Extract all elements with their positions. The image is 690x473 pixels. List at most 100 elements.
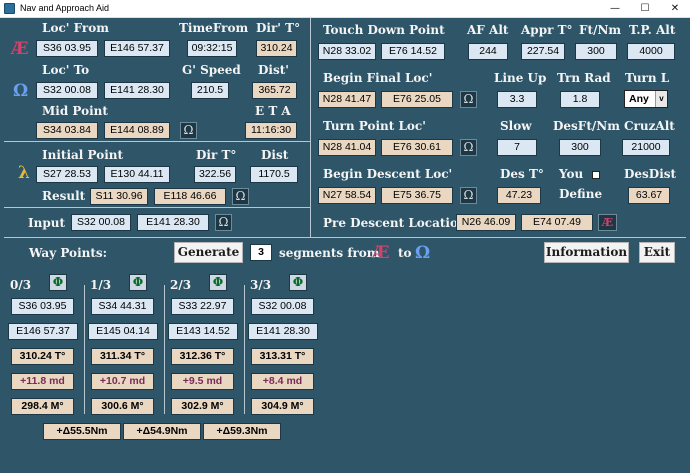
- appr-t-label: Appr T°: [521, 23, 573, 37]
- information-button[interactable]: Information: [544, 242, 629, 263]
- to-lon-field[interactable]: E141 28.30: [104, 82, 170, 99]
- waypoint-header: 2/3: [170, 278, 192, 292]
- initial-point-label: Initial Point: [42, 148, 124, 162]
- ft-nm-field[interactable]: 300: [575, 43, 617, 60]
- trn-rad-field[interactable]: 1.8: [560, 91, 600, 108]
- divider-line: [310, 18, 311, 238]
- begin-descent-omega-icon[interactable]: Ω: [460, 187, 477, 204]
- initial-lat-field[interactable]: S27 28.53: [36, 166, 98, 183]
- chevron-down-icon[interactable]: v: [655, 91, 667, 107]
- close-button[interactable]: ✕: [660, 0, 690, 18]
- touchdown-lat-field[interactable]: N28 33.02: [318, 43, 376, 60]
- segments-from-text: segments from: [279, 246, 380, 260]
- column-divider: [244, 285, 245, 414]
- exit-button[interactable]: Exit: [639, 242, 675, 263]
- waypoint-mag-course: 300.6 M°: [91, 398, 154, 415]
- begin-descent-lon-value: E75 36.75: [381, 187, 453, 204]
- af-alt-label: AF Alt: [467, 23, 509, 37]
- touchdown-lon-field[interactable]: E76 14.52: [381, 43, 445, 60]
- to-lat-field[interactable]: S32 00.08: [36, 82, 98, 99]
- des-t-value: 47.23: [497, 187, 541, 204]
- divider-line: [4, 207, 310, 208]
- waypoint-lat: S34 44.31: [91, 298, 154, 315]
- window-title: Nav and Approach Aid: [20, 3, 110, 13]
- pre-descent-lon-value: E74 07.49: [521, 214, 593, 231]
- column-divider: [164, 285, 165, 414]
- turn-point-lon-value: E76 30.61: [381, 139, 453, 156]
- loc-to-label: Loc' To: [42, 63, 90, 77]
- you-define-checkbox[interactable]: [592, 171, 600, 179]
- loc-from-label: Loc' From: [42, 21, 109, 35]
- segment-distance: +Δ55.5Nm: [43, 423, 121, 440]
- line-up-label: Line Up: [494, 71, 547, 85]
- phi-icon[interactable]: Φ: [209, 274, 227, 291]
- cruz-alt-field[interactable]: 21000: [622, 139, 670, 156]
- segment-distance: +Δ54.9Nm: [123, 423, 201, 440]
- waypoint-true-course: 312.36 T°: [171, 348, 234, 365]
- mid-point-label: Mid Point: [42, 104, 108, 118]
- line-up-field[interactable]: 3.3: [497, 91, 537, 108]
- initial-dist-label: Dist: [261, 148, 289, 162]
- input-label: Input: [28, 216, 65, 230]
- begin-final-omega-icon[interactable]: Ω: [460, 91, 477, 108]
- trn-rad-label: Trn Rad: [557, 71, 611, 85]
- turn-direction-select[interactable]: Any v: [624, 90, 668, 108]
- dist-label: Dist': [258, 63, 289, 77]
- waypoint-mag-course: 298.4 M°: [11, 398, 74, 415]
- initial-dir-field[interactable]: 322.56: [194, 166, 236, 183]
- waypoint-mag-dev: +10.7 md: [91, 373, 154, 390]
- af-alt-field[interactable]: 244: [468, 43, 508, 60]
- g-speed-label: G' Speed: [182, 63, 241, 77]
- result-label: Result: [42, 189, 86, 203]
- begin-descent-lat-value: N27 58.54: [318, 187, 376, 204]
- app-icon: [4, 3, 15, 14]
- desft-nm-label: DesFt/Nm: [553, 119, 620, 133]
- tp-alt-label: T.P. Alt: [629, 23, 676, 37]
- pre-descent-ae-icon[interactable]: Æ: [598, 214, 617, 231]
- turn-l-label: Turn L: [625, 71, 670, 85]
- input-omega-icon[interactable]: Ω: [215, 214, 232, 231]
- waypoint-mag-dev: +9.5 md: [171, 373, 234, 390]
- initial-lon-field[interactable]: E130 44.11: [104, 166, 170, 183]
- result-lat-value: S11 30.96: [90, 188, 148, 205]
- segment-distance: +Δ59.3Nm: [203, 423, 281, 440]
- minimize-button[interactable]: —: [600, 0, 630, 18]
- waypoint-true-course: 313.31 T°: [251, 348, 314, 365]
- time-from-label: TimeFrom: [179, 21, 249, 35]
- g-speed-field[interactable]: 210.5: [191, 82, 229, 99]
- segments-count-field[interactable]: 3: [250, 244, 272, 261]
- ft-nm-label: Ft/Nm: [579, 23, 622, 37]
- title-bar: Nav and Approach Aid — ☐ ✕: [0, 0, 690, 18]
- waypoint-lon: E143 14.52: [168, 323, 238, 340]
- initial-dir-label: Dir T°: [196, 148, 237, 162]
- divider-line: [4, 237, 686, 238]
- begin-final-lat-value: N28 41.47: [318, 91, 376, 108]
- ae-symbol: Æ: [372, 243, 390, 263]
- turn-point-lat-value: N28 41.04: [318, 139, 376, 156]
- initial-dist-field[interactable]: 1170.5: [250, 166, 298, 183]
- waypoint-mag-dev: +8.4 md: [251, 373, 314, 390]
- phi-icon[interactable]: Φ: [129, 274, 147, 291]
- tp-alt-field[interactable]: 4000: [627, 43, 675, 60]
- from-lat-field[interactable]: S36 03.95: [36, 40, 98, 57]
- begin-final-lon-value: E76 25.05: [381, 91, 453, 108]
- maximize-button[interactable]: ☐: [630, 0, 660, 18]
- slow-field[interactable]: 7: [497, 139, 537, 156]
- phi-icon[interactable]: Φ: [49, 274, 67, 291]
- turn-point-omega-icon[interactable]: Ω: [460, 139, 477, 156]
- input-lon-field[interactable]: E141 28.30: [137, 214, 209, 231]
- waypoint-true-course: 310.24 T°: [11, 348, 74, 365]
- appr-t-field[interactable]: 227.54: [521, 43, 565, 60]
- dir-t-label: Dir' T°: [256, 21, 301, 35]
- mid-omega-icon[interactable]: Ω: [180, 122, 197, 139]
- result-lon-value: E118 46.66: [154, 188, 226, 205]
- time-from-field[interactable]: 09:32:15: [187, 40, 237, 57]
- result-omega-icon[interactable]: Ω: [232, 188, 249, 205]
- column-divider: [84, 285, 85, 414]
- input-lat-field[interactable]: S32 00.08: [71, 214, 131, 231]
- phi-icon[interactable]: Φ: [289, 274, 307, 291]
- omega-symbol: Ω: [415, 243, 431, 263]
- from-lon-field[interactable]: E146 57.37: [104, 40, 170, 57]
- desft-nm-field[interactable]: 300: [559, 139, 601, 156]
- generate-button[interactable]: Generate: [174, 242, 243, 263]
